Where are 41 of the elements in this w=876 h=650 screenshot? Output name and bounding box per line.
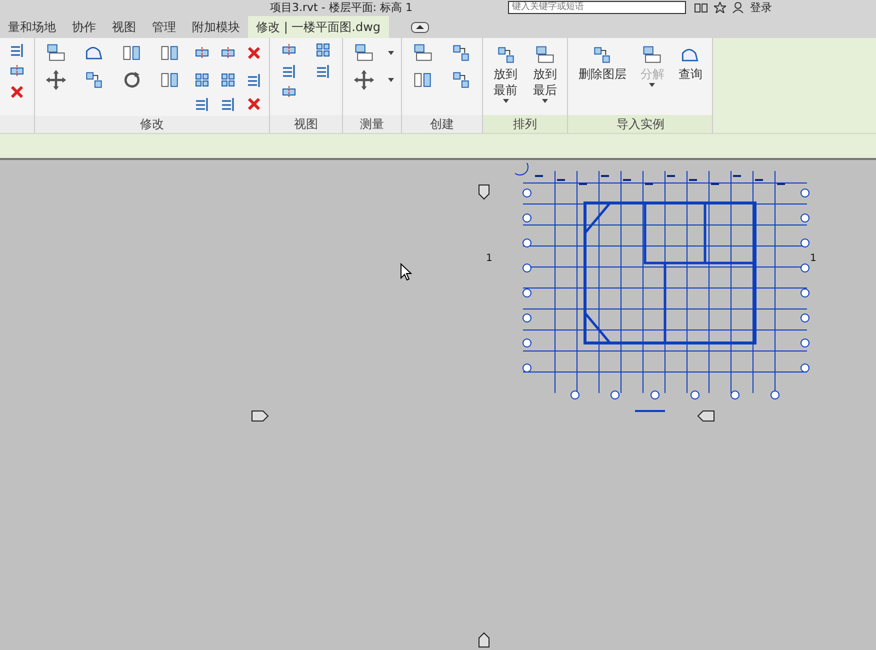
sign-in-link[interactable]: 登录 (750, 0, 772, 14)
ribbon-tab[interactable]: 量和场地 (0, 16, 64, 38)
ribbon-tab[interactable]: 管理 (144, 16, 184, 38)
dropdown-caret-icon[interactable] (502, 98, 510, 104)
search-field[interactable]: 键入关键字或短语 (508, 0, 686, 14)
arrange-tool-button[interactable]: 放到最后 (528, 42, 562, 106)
section-mark-label: 1 (810, 253, 816, 264)
dropdown-caret-icon[interactable] (540, 98, 549, 104)
mouse-cursor-icon (400, 263, 412, 281)
elevation-marker-icon[interactable] (251, 410, 269, 422)
panel-label: 排列 (513, 116, 538, 132)
copy-icon[interactable] (83, 69, 105, 91)
panel-label: 创建 (430, 116, 454, 132)
panel-label: 导入实例 (616, 116, 664, 132)
user-icon[interactable] (732, 2, 744, 12)
ribbon-tab[interactable]: 协作 (64, 16, 104, 38)
array-icon[interactable] (194, 72, 210, 88)
panel-label: 测量 (360, 116, 384, 132)
elevation-marker-icon[interactable] (478, 184, 490, 200)
section-mark-label: 1 (486, 253, 492, 264)
split-icon[interactable] (194, 45, 210, 61)
elevation-marker-icon[interactable] (697, 410, 715, 422)
ribbon-tab[interactable]: 修改 | 一楼平面图.dwg (248, 16, 389, 38)
move-icon[interactable] (45, 69, 67, 91)
import-tool-button[interactable]: 查询 (674, 42, 706, 84)
star-icon[interactable] (714, 2, 726, 12)
delete-icon[interactable] (246, 96, 262, 112)
panel-label: 视图 (294, 116, 318, 132)
ribbon-tab[interactable]: 附加模块 (184, 16, 248, 38)
elevation-marker-icon[interactable] (478, 632, 490, 648)
arrange-tool-button[interactable]: 放到最前 (489, 42, 522, 106)
import-tool-button[interactable]: 删除图层 (574, 42, 630, 84)
dropdown-caret-icon[interactable] (410, 22, 429, 33)
split-gap-icon[interactable] (220, 45, 236, 61)
dropdown-caret-icon[interactable] (387, 77, 395, 83)
window-title: 项目3.rvt - 楼层平面: 标高 1 (270, 0, 414, 14)
panel-label: 修改 (140, 116, 164, 133)
dropdown-caret-icon[interactable] (387, 50, 395, 56)
ribbon-tab[interactable]: 视图 (104, 16, 144, 38)
align-icon[interactable] (45, 42, 67, 64)
binoculars-icon[interactable] (694, 2, 708, 12)
